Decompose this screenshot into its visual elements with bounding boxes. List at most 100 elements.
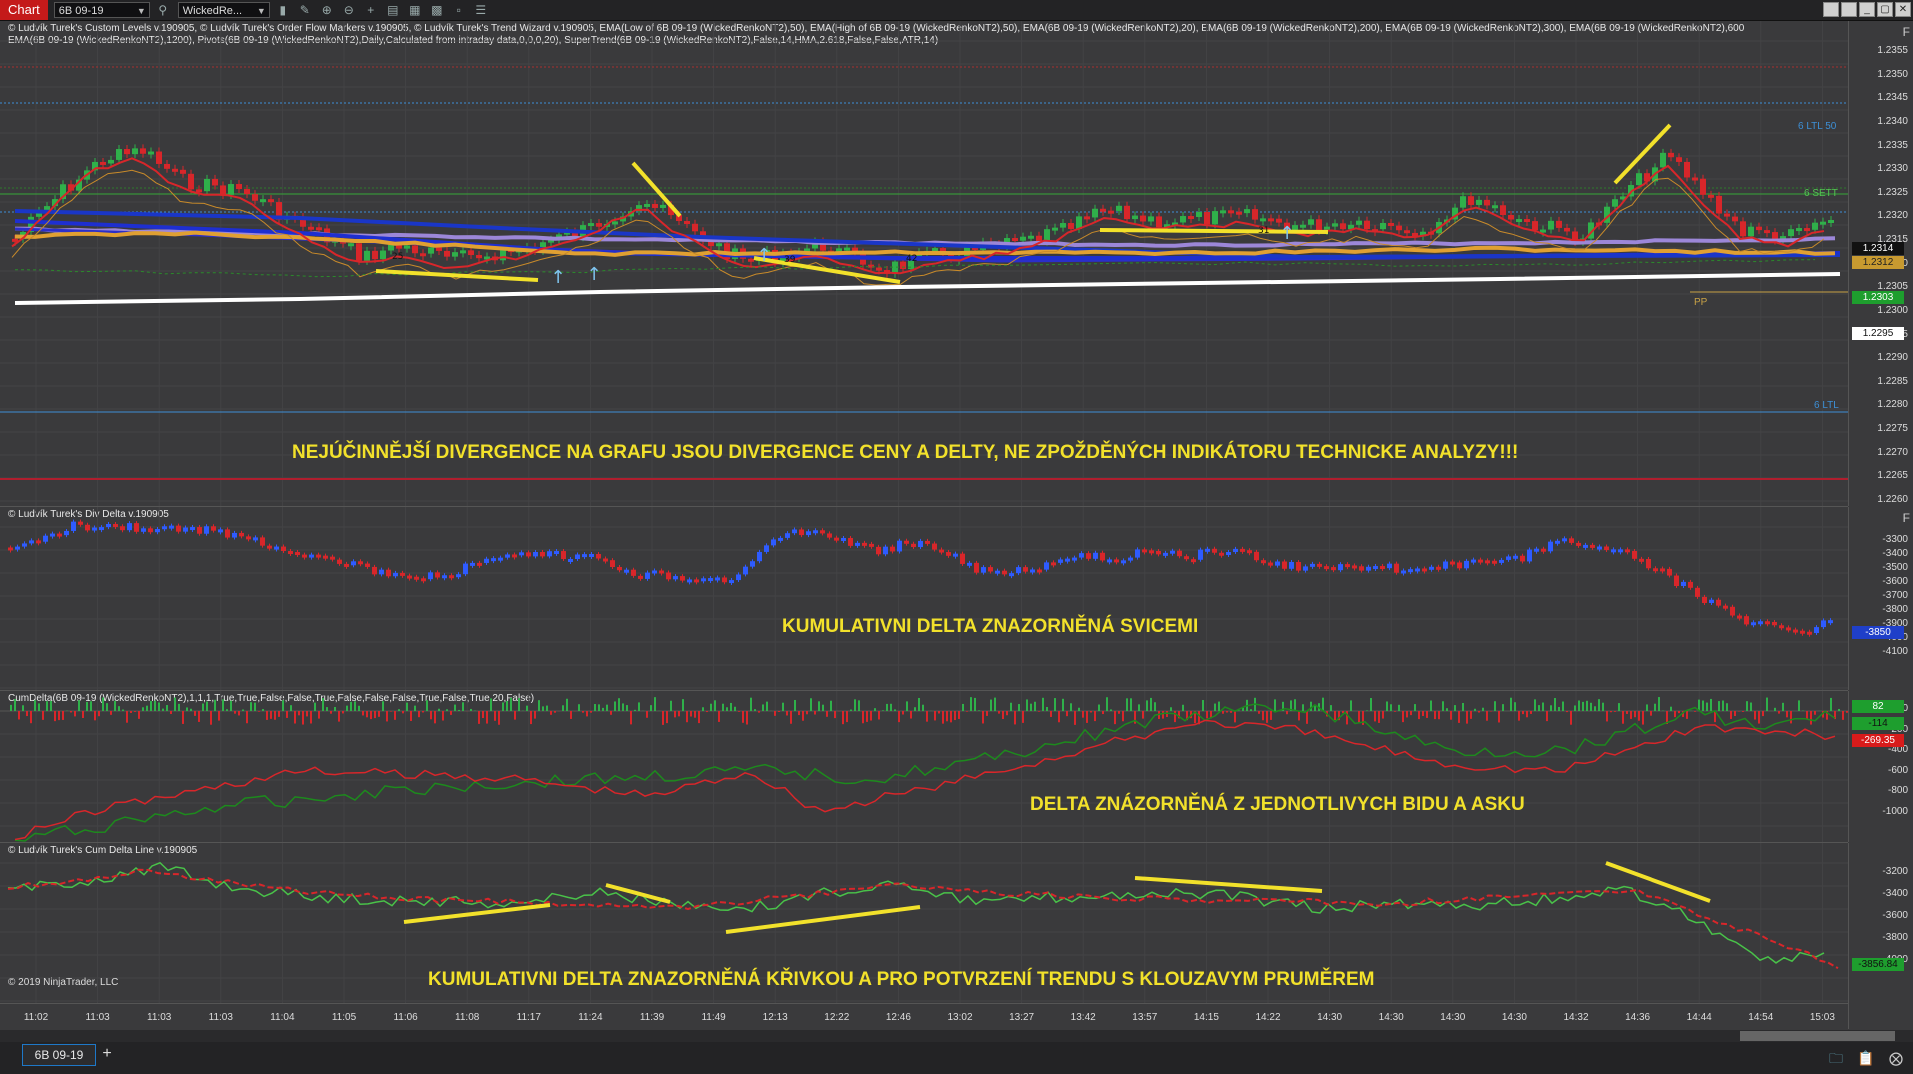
price-panel[interactable]: © Ludvík Turek's Custom Levels v.190905,… [0,21,1848,507]
delta-down-candle [1100,552,1105,561]
down-candle [188,173,194,190]
maximize-button[interactable]: ▢ [1877,2,1893,17]
instrument-selector[interactable]: 6B 09-19 ▼ [53,2,150,18]
search-icon[interactable]: ⚲ [154,1,172,19]
delta-up-candle [92,527,97,531]
bid-ask-down-bar [1650,711,1652,716]
list-icon[interactable]: ☰ [472,1,490,19]
delta-down-candle [134,523,139,532]
zoom-in-icon[interactable]: ⊕ [318,1,336,19]
properties-icon[interactable]: ▤ [384,1,402,19]
delta-down-candle [603,558,608,562]
close-icon[interactable]: ⨂ [1886,1048,1906,1068]
div-delta-tick: -3600 [1882,576,1908,587]
add-tab-button[interactable]: + [98,1044,116,1064]
tile-icon[interactable] [1841,2,1857,17]
clipboard-icon[interactable]: 📋 [1856,1048,1876,1068]
bar-type-value: WickedRe... [182,5,243,17]
indicators-icon[interactable]: ▩ [428,1,446,19]
horizontal-scrollbar[interactable] [0,1030,1913,1042]
bid-ask-down-bar [1730,711,1732,719]
price-tick: 1.2320 [1877,210,1908,222]
bid-ask-up-bar [654,697,656,711]
f-button[interactable]: F [1903,25,1910,39]
delta-up-candle [771,539,776,546]
cum-delta-chart[interactable] [0,691,1848,842]
bid-ask-down-bar [1754,711,1756,720]
folder-icon[interactable]: 🗀 [1826,1048,1846,1068]
bid-ask-up-bar [722,703,724,711]
f-button[interactable]: F [1903,511,1910,525]
delta-up-candle [1366,566,1371,571]
bid-ask-up-bar [618,698,620,711]
delta-down-candle [477,562,482,566]
bid-ask-up-bar [506,700,508,711]
zoom-out-icon[interactable]: ⊖ [340,1,358,19]
delta-up-candle [15,546,20,550]
bid-ask-up-bar [850,709,852,711]
bid-ask-up-bar [1658,697,1660,711]
cum-delta-panel[interactable]: CumDelta(6B 09-19 (WickedRenkoNT2),1,1,1… [0,691,1848,843]
bid-ask-down-bar [310,711,312,724]
delta-up-candle [190,527,195,531]
tile-icon[interactable] [1823,2,1839,17]
bid-ask-down-bar [758,711,760,713]
cum-delta-line-panel[interactable]: © Ludvík Turek's Cum Delta Line v.190905… [0,843,1848,1004]
minimize-button[interactable]: _ [1859,2,1875,17]
bid-ask-down-bar [1038,711,1040,712]
bid-ask-down-bar [450,711,452,715]
bid-ask-up-bar [1322,697,1324,711]
close-button[interactable]: ✕ [1895,2,1911,17]
bid-ask-up-bar [462,702,464,711]
templates-icon[interactable]: ▫ [450,1,468,19]
strategy-icon[interactable]: ▦ [406,1,424,19]
price-tick: 1.2260 [1877,494,1908,505]
bid-ask-down-bar [182,711,184,724]
bid-ask-up-bar [502,702,504,711]
cum-delta-line-axis[interactable]: -3200-3400-3600-3800-4000 [1848,843,1913,1003]
bid-ask-down-bar [846,711,848,723]
pencil-icon[interactable]: ✎ [296,1,314,19]
bid-ask-down-bar [1522,711,1524,715]
delta-down-candle [540,552,545,557]
bid-ask-down-bar [1486,711,1488,721]
div-delta-axis[interactable]: F -3300-3400-3500-3600-3700-3800-3900-40… [1848,507,1913,690]
div-delta-chart[interactable] [0,507,1848,690]
delta-up-candle [491,558,496,562]
bid-ask-down-bar [1418,711,1420,720]
time-axis[interactable]: 11:02 11:03 11:03 11:03 11:04 11:05 11:06 11:08… [0,1003,1848,1030]
bid-ask-down-bar [1022,711,1024,723]
down-candle [1676,157,1682,162]
delta-up-candle [1338,564,1343,571]
delta-up-candle [1499,559,1504,563]
down-candle [1668,152,1674,158]
bid-ask-up-bar [1366,710,1368,711]
bar-type-selector[interactable]: WickedRe... ▼ [177,2,270,18]
bid-ask-down-bar [1694,711,1696,712]
scroll-thumb[interactable] [1740,1031,1895,1041]
price-chart[interactable]: ↑ ↑ ↑ ↑ 25 39 42 31 [0,21,1848,506]
delta-down-candle [435,572,440,578]
bar-type-icon[interactable]: ▮ [274,1,292,19]
bid-ask-down-bar [666,711,668,724]
bid-ask-up-bar [970,697,972,711]
crosshair-icon[interactable]: + [362,1,380,19]
up-candle [932,248,938,252]
bid-ask-down-bar [1762,711,1764,717]
div-delta-panel[interactable]: © Ludvík Turek's Div Delta v.190905 KUMU… [0,507,1848,691]
delta-down-candle [211,526,216,531]
bid-ask-up-bar [1538,705,1540,711]
delta-up-candle [204,526,209,534]
bid-ask-down-bar [662,711,664,725]
delta-down-candle [85,524,90,531]
cum-delta-axis[interactable]: 0-200-400-600-800-1000 [1848,691,1913,842]
delta-down-candle [932,543,937,550]
bid-ask-down-bar [366,711,368,718]
time-tick: 11:17 [516,1012,541,1023]
bid-ask-down-bar [958,711,960,719]
bid-ask-up-bar [1274,699,1276,711]
bid-ask-down-bar [274,711,276,720]
instrument-tab[interactable]: 6B 09-19 [22,1044,96,1066]
div-delta-annotation: KUMULATIVNI DELTA ZNAZORNĚNÁ SVICEMI [782,616,1199,637]
chart-label[interactable]: Chart [0,0,48,20]
